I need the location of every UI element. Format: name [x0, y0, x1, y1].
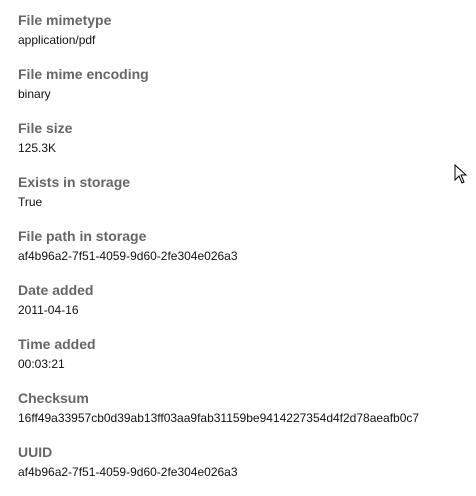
field-file-mime-encoding: File mime encoding binary [18, 64, 419, 118]
field-label: File mime encoding [18, 66, 149, 82]
field-label: Time added [18, 336, 96, 352]
field-label: UUID [18, 444, 53, 460]
field-label: File size [18, 120, 73, 136]
field-label: Date added [18, 282, 94, 298]
field-uuid: UUID af4b96a2-7f51-4059-9d60-2fe304e026a… [18, 442, 419, 496]
field-file-size: File size 125.3K [18, 118, 419, 172]
field-value: af4b96a2-7f51-4059-9d60-2fe304e026a3 [18, 249, 238, 263]
field-value: 16ff49a33957cb0d39ab13ff03aa9fab31159be9… [18, 411, 420, 425]
field-exists-in-storage: Exists in storage True [18, 172, 419, 226]
field-value: 125.3K [18, 141, 57, 155]
field-value: af4b96a2-7f51-4059-9d60-2fe304e026a3 [18, 465, 238, 479]
field-value: True [18, 195, 43, 209]
field-label: Checksum [18, 390, 89, 406]
field-label: File mimetype [18, 12, 112, 28]
mouse-pointer-icon [454, 163, 468, 189]
field-date-added: Date added 2011-04-16 [18, 280, 419, 334]
field-label: Exists in storage [18, 174, 131, 190]
field-value: application/pdf [18, 33, 96, 47]
field-label: File path in storage [18, 228, 147, 244]
field-time-added: Time added 00:03:21 [18, 334, 419, 388]
field-value: binary [18, 87, 51, 101]
field-file-path-in-storage: File path in storage af4b96a2-7f51-4059-… [18, 226, 419, 280]
field-checksum: Checksum 16ff49a33957cb0d39ab13ff03aa9fa… [18, 388, 419, 442]
field-file-mimetype: File mimetype application/pdf [18, 10, 419, 64]
field-value: 00:03:21 [18, 357, 65, 371]
file-metadata-list: File mimetype application/pdf File mime … [18, 10, 419, 496]
field-value: 2011-04-16 [18, 303, 79, 317]
